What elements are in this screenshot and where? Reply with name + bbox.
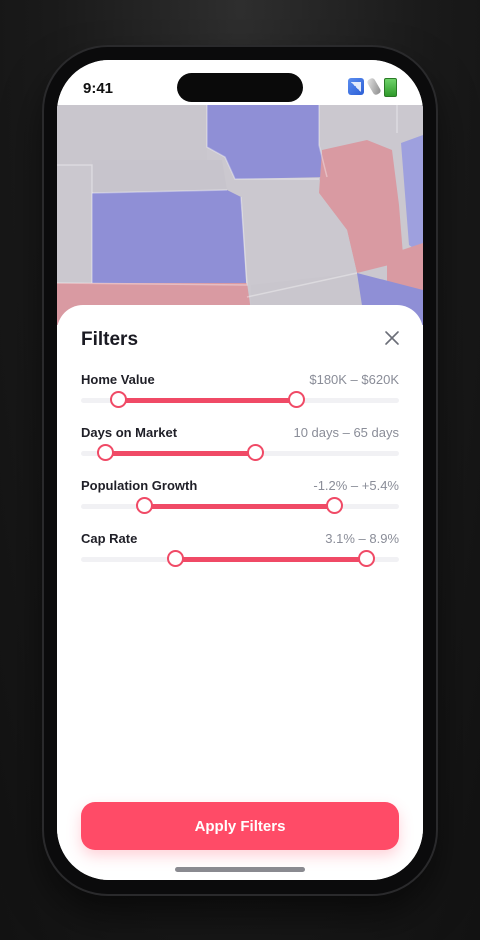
filter-range-value: 10 days – 65 days	[293, 425, 399, 440]
phone-frame: 9:41 Filters Home Value $180K – $620K Da…	[44, 47, 436, 894]
filter-range-value: 3.1% – 8.9%	[325, 531, 399, 546]
slider-min-handle[interactable]	[110, 391, 128, 408]
slider-min-handle[interactable]	[97, 444, 115, 461]
slider-min-handle[interactable]	[167, 550, 185, 567]
dynamic-island	[177, 73, 303, 102]
home-indicator[interactable]	[175, 867, 305, 872]
slider-fill	[106, 451, 256, 456]
status-bar: 9:41	[57, 60, 423, 105]
map-svg	[57, 105, 423, 325]
phone-screen: 9:41 Filters Home Value $180K – $620K Da…	[57, 60, 423, 880]
close-icon	[385, 331, 399, 345]
apply-filters-button[interactable]: Apply Filters	[81, 802, 399, 850]
slider-max-handle[interactable]	[326, 497, 344, 514]
filter-label: Population Growth	[81, 478, 198, 493]
choropleth-map[interactable]	[57, 105, 423, 325]
filter-population-growth: Population Growth -1.2% – +5.4%	[81, 478, 399, 518]
filter-label: Cap Rate	[81, 531, 138, 546]
sheet-title: Filters	[81, 329, 139, 350]
map-region[interactable]	[57, 165, 92, 283]
filter-home-value: Home Value $180K – $620K	[81, 372, 399, 412]
slider-max-handle[interactable]	[288, 391, 306, 408]
slider-fill	[144, 504, 336, 509]
slider-max-handle[interactable]	[246, 444, 264, 461]
filter-days-on-market: Days on Market 10 days – 65 days	[81, 425, 399, 465]
map-region[interactable]	[92, 190, 247, 285]
slider-fill	[176, 557, 368, 562]
filter-sheet: Filters Home Value $180K – $620K Days on…	[57, 305, 423, 880]
slider-min-handle[interactable]	[135, 497, 153, 514]
filter-range-value: $180K – $620K	[309, 372, 399, 387]
filter-range-value: -1.2% – +5.4%	[313, 478, 399, 493]
map-region[interactable]	[92, 160, 227, 193]
status-icons	[348, 77, 397, 97]
status-time: 9:41	[83, 80, 114, 97]
slider-max-handle[interactable]	[358, 550, 376, 567]
filter-label: Days on Market	[81, 425, 178, 440]
battery-icon	[384, 78, 397, 97]
map-region[interactable]	[57, 105, 207, 165]
slider-fill	[119, 398, 298, 403]
filter-label: Home Value	[81, 372, 155, 387]
signal-icon	[348, 78, 364, 95]
close-button[interactable]	[383, 329, 401, 347]
flashlight-icon	[366, 77, 382, 96]
filter-cap-rate: Cap Rate 3.1% – 8.9%	[81, 531, 399, 571]
